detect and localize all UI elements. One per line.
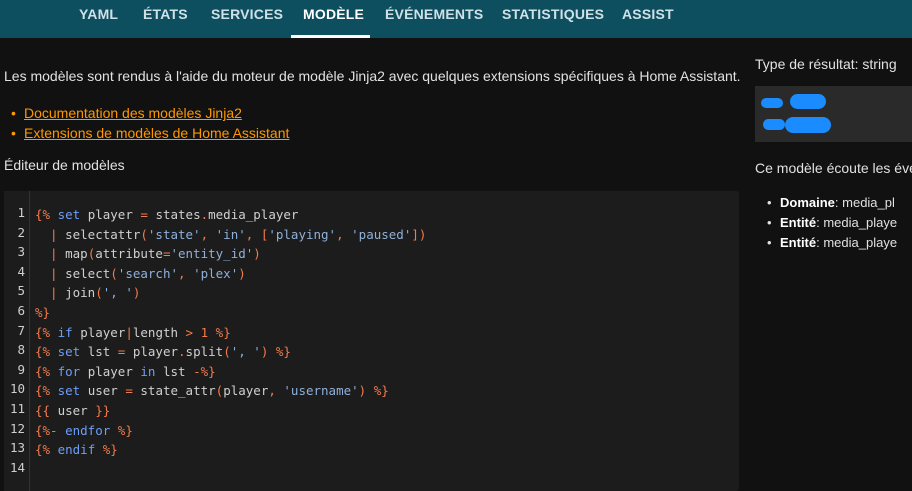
line-number: 3 — [17, 244, 25, 260]
tab-etats[interactable]: ÉTATS — [143, 0, 188, 38]
line-number: 5 — [17, 283, 25, 299]
result-type: Type de résultat: string — [755, 56, 897, 72]
entity-value: : media_pl — [834, 195, 895, 210]
entity-value: : media_playe — [816, 215, 898, 230]
code-line[interactable]: {% for player in lst -%} — [35, 362, 426, 382]
line-number: 13 — [9, 440, 25, 456]
code-line[interactable]: | selectattr('state', 'in', ['playing', … — [35, 225, 426, 245]
entity-key: Entité — [780, 215, 817, 230]
link-item: Documentation des modèles Jinja2 — [11, 103, 289, 123]
active-tab-indicator — [291, 35, 370, 38]
code-line[interactable]: %} — [35, 303, 426, 323]
line-number: 1 — [17, 205, 25, 220]
template-editor[interactable]: 1 2 3 4 5 6 7 8 9 10 11 12 13 14 {% set player = stat… — [4, 191, 739, 491]
line-number: 9 — [17, 361, 25, 377]
jinja-docs-link[interactable]: Documentation des modèles Jinja2 — [24, 105, 242, 121]
tab-evenements[interactable]: ÉVÉNEMENTS — [385, 0, 483, 38]
tab-assist[interactable]: ASSIST — [622, 0, 674, 38]
list-item: Domaine: media_pl — [767, 193, 897, 213]
line-number: 11 — [9, 401, 25, 416]
list-item: Entité: media_playe — [767, 233, 898, 253]
listened-entities: Domaine: media_pl Entité: media_playe En… — [767, 193, 898, 253]
listens-text: Ce modèle écoute les évé — [755, 160, 912, 176]
line-number: 14 — [9, 459, 25, 475]
doc-links: Documentation des modèles Jinja2 Extensi… — [11, 103, 289, 143]
redaction-mark — [785, 117, 831, 133]
line-number: 7 — [17, 322, 25, 338]
redaction-mark — [761, 98, 783, 108]
redaction-mark — [790, 94, 826, 109]
line-number: 10 — [9, 381, 25, 397]
code-line[interactable]: {% if player|length > 1 %} — [35, 323, 426, 343]
code-line[interactable]: {% endif %} — [35, 440, 426, 460]
code-line[interactable]: {{ user }} — [35, 401, 426, 421]
tab-services[interactable]: SERVICES — [211, 0, 283, 38]
entity-key: Domaine — [780, 195, 835, 210]
code-line[interactable]: {%- endfor %} — [35, 421, 426, 441]
entity-value: : media_playe — [816, 235, 898, 250]
link-item: Extensions de modèles de Home Assistant — [11, 123, 289, 143]
tab-modele[interactable]: MODÈLE — [303, 0, 364, 38]
ha-extensions-link[interactable]: Extensions de modèles de Home Assistant — [24, 125, 289, 141]
tab-statistiques[interactable]: STATISTIQUES — [502, 0, 604, 38]
line-number: 2 — [17, 224, 25, 240]
code-line[interactable]: {% set lst = player.split(', ') %} — [35, 342, 426, 362]
code-line[interactable]: {% set player = states.media_player — [35, 205, 426, 225]
result-output — [755, 86, 912, 142]
tab-yaml[interactable]: YAML — [79, 0, 118, 38]
code-line[interactable]: | join(', ') — [35, 283, 426, 303]
intro-text: Les modèles sont rendus à l'aide du mote… — [4, 68, 741, 84]
code-line[interactable]: {% set user = state_attr(player, 'userna… — [35, 381, 426, 401]
code-line[interactable] — [35, 460, 426, 480]
entity-key: Entité — [780, 235, 817, 250]
line-number: 8 — [17, 342, 25, 358]
top-nav-bar: YAML ÉTATS SERVICES MODÈLE ÉVÉNEMENTS ST… — [0, 0, 912, 38]
line-number: 12 — [9, 420, 25, 436]
line-number: 6 — [17, 303, 25, 318]
redaction-mark — [763, 119, 785, 130]
editor-title: Éditeur de modèles — [4, 157, 125, 173]
code-line[interactable]: | select('search', 'plex') — [35, 264, 426, 284]
list-item: Entité: media_playe — [767, 213, 898, 233]
line-number: 4 — [17, 263, 25, 279]
code-line[interactable]: | map(attribute='entity_id') — [35, 244, 426, 264]
code-area[interactable]: {% set player = states.media_player | se… — [35, 205, 426, 479]
